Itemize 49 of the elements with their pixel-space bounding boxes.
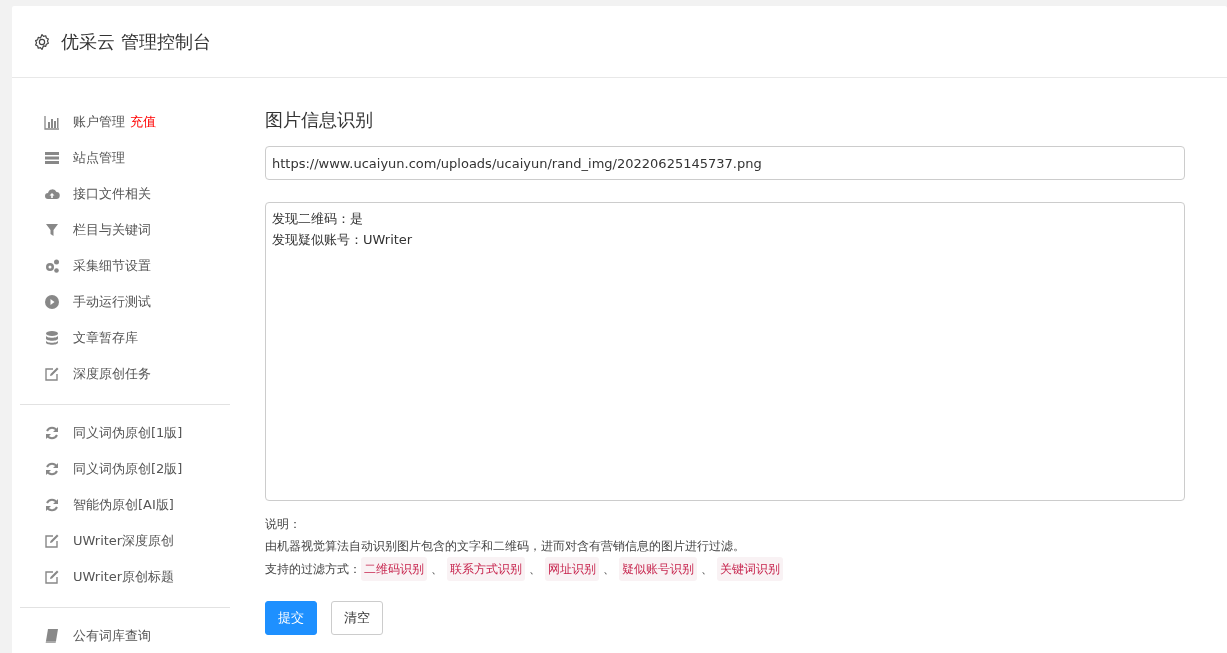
section-title: 图片信息识别 — [265, 108, 374, 132]
sidebar-item[interactable]: 公有词库查询 — [73, 627, 151, 645]
play-icon — [44, 294, 60, 310]
separator: 、 — [529, 561, 541, 578]
sidebar-item[interactable]: 深度原创任务 — [73, 365, 151, 383]
database-icon — [44, 330, 60, 346]
bar-chart-icon — [44, 114, 60, 130]
result-line: 发现二维码：是 — [272, 211, 363, 226]
cloud-upload-icon — [44, 186, 60, 202]
edit-icon — [44, 533, 60, 549]
url-field[interactable]: https://www.ucaiyun.com/uploads/ucaiyun/rand_img/20220625145737.png — [265, 146, 1185, 180]
sidebar-item[interactable]: 栏目与关键词 — [73, 221, 151, 239]
clear-button[interactable]: 清空 — [331, 601, 383, 635]
sidebar-item[interactable]: 同义词伪原创[1版] — [73, 424, 183, 442]
result-line: 发现疑似账号：UWriter — [272, 231, 413, 247]
refresh-icon — [44, 425, 60, 441]
console-title: 优采云 管理控制台 — [61, 29, 211, 54]
method-tag: 联系方式识别 — [447, 557, 525, 581]
sidebar-item[interactable]: 采集细节设置 — [73, 257, 151, 275]
sidebar-item[interactable]: 接口文件相关 — [73, 185, 151, 203]
sidebar-item[interactable]: UWriter深度原创 — [73, 532, 175, 550]
separator: 、 — [431, 561, 443, 578]
sidebar-item[interactable]: 同义词伪原创[2版] — [73, 460, 183, 478]
sidebar-item[interactable]: 智能伪原创[AI版] — [73, 496, 174, 514]
separator: 、 — [701, 561, 713, 578]
note-text: 由机器视觉算法自动识别图片包含的文字和二维码，进而对含有营销信息的图片进行过滤。 — [265, 539, 745, 553]
recharge-link[interactable]: 充值 — [130, 113, 156, 131]
method-tag: 二维码识别 — [361, 557, 427, 581]
separator: 、 — [603, 561, 615, 578]
sidebar-item[interactable]: UWriter原创标题 — [73, 568, 175, 586]
methods-label: 支持的过滤方式： — [265, 561, 361, 578]
result-box[interactable]: 发现二维码：是 发现疑似账号：UWriter — [265, 202, 1185, 501]
book-icon — [44, 628, 60, 644]
sidebar-item[interactable]: 站点管理 — [73, 149, 125, 167]
settings-icon — [33, 32, 51, 51]
edit-icon — [44, 366, 60, 382]
method-tag: 网址识别 — [545, 557, 599, 581]
gears-icon — [44, 258, 60, 274]
server-icon — [44, 150, 60, 166]
filter-icon — [44, 222, 60, 238]
note-label: 说明： — [265, 517, 301, 531]
edit-icon — [44, 569, 60, 585]
sidebar-item[interactable]: 手动运行测试 — [73, 293, 151, 311]
sidebar-item[interactable]: 账户管理 — [73, 113, 125, 131]
sidebar-item[interactable]: 文章暂存库 — [73, 329, 138, 347]
refresh-icon — [44, 497, 60, 513]
refresh-icon — [44, 461, 60, 477]
method-tag: 关键词识别 — [717, 557, 783, 581]
method-tag: 疑似账号识别 — [619, 557, 697, 581]
